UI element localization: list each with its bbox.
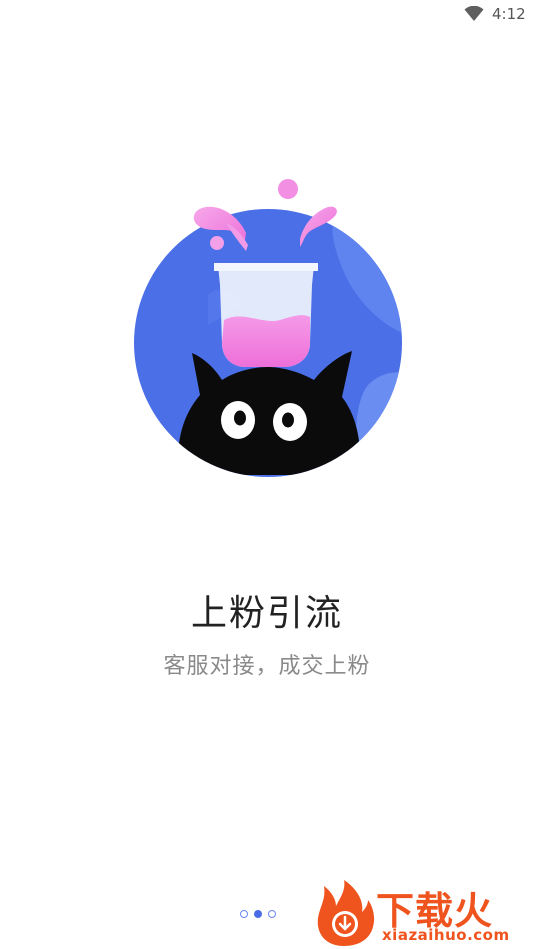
page-dot[interactable] <box>240 910 248 918</box>
cat-with-beaker-illustration <box>134 179 402 477</box>
page-dot-active[interactable] <box>254 910 262 918</box>
flame-download-logo <box>317 880 375 946</box>
onboarding-screen: 4:12 上粉引流 客服对接，成交上粉 下载火 xiazaihuo.com <box>0 0 534 949</box>
page-dot[interactable] <box>268 910 276 918</box>
wifi-icon <box>464 6 484 21</box>
status-time: 4:12 <box>492 5 526 23</box>
slide-subtitle: 客服对接，成交上粉 <box>163 654 371 679</box>
page-indicator <box>240 910 276 918</box>
slide-title: 上粉引流 <box>190 593 343 634</box>
watermark-text-en: xiazaihuo.com <box>382 926 510 944</box>
watermark: 下载火 xiazaihuo.com <box>314 878 534 949</box>
status-bar: 4:12 <box>0 0 534 30</box>
